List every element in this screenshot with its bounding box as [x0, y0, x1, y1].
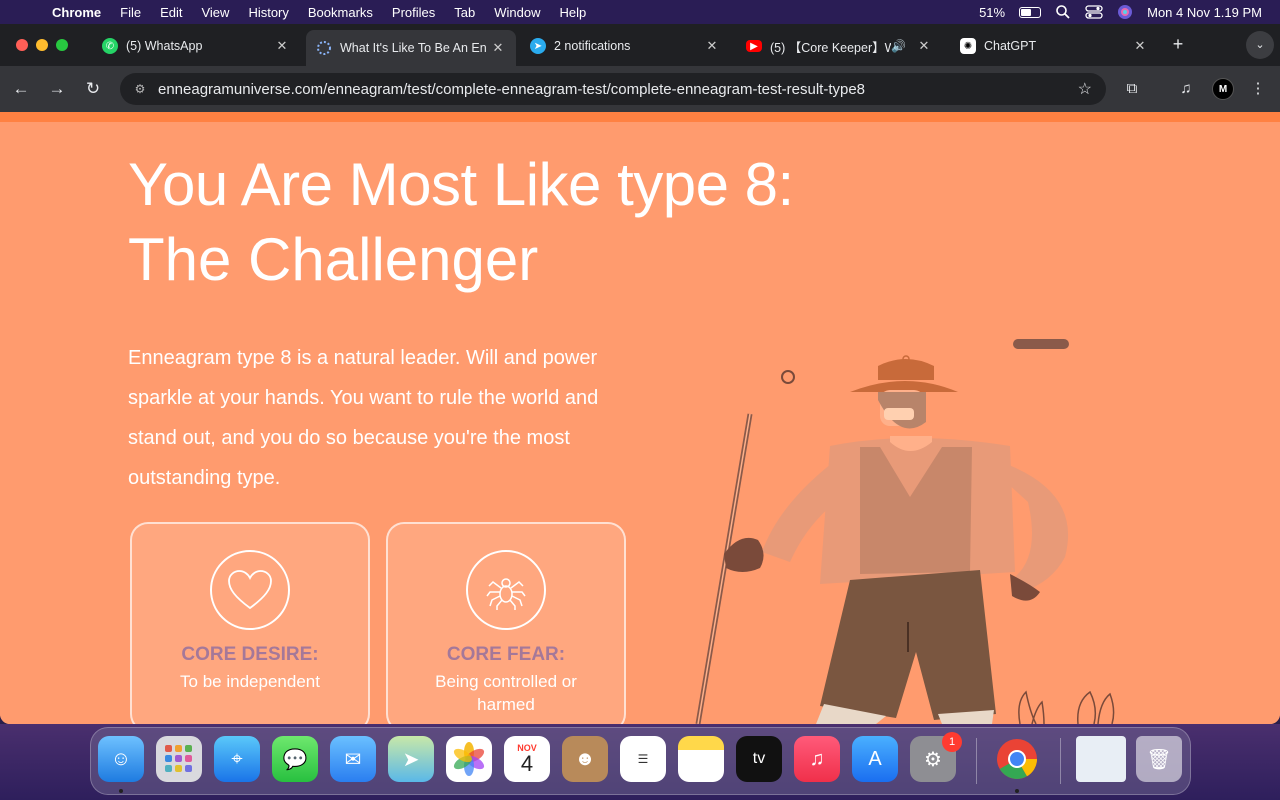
- close-tab-icon[interactable]: ✕: [704, 38, 720, 54]
- clock[interactable]: Mon 4 Nov 1.19 PM: [1147, 5, 1262, 20]
- finder-icon[interactable]: ☺: [98, 736, 144, 782]
- url-text[interactable]: enneagramuniverse.com/enneagram/test/com…: [158, 81, 865, 98]
- tab-youtube[interactable]: ▶ (5) 【Core Keeper】W 🔊 ✕: [736, 32, 942, 60]
- close-tab-icon[interactable]: ✕: [1132, 38, 1148, 54]
- back-arrow-icon[interactable]: ←: [10, 78, 32, 100]
- calendar-icon[interactable]: NOV 4: [504, 736, 550, 782]
- spider-icon: [466, 550, 546, 630]
- web-page: You Are Most Like type 8: The Challenger…: [0, 112, 1280, 724]
- menu-help[interactable]: Help: [560, 5, 587, 20]
- tab-title: 2 notifications: [554, 39, 631, 53]
- dock-separator: [976, 738, 977, 784]
- reload-icon[interactable]: ↻: [82, 78, 104, 100]
- status-area: 51% Mon 4 Nov 1.19 PM: [979, 0, 1262, 24]
- heart-icon: [210, 550, 290, 630]
- messages-icon[interactable]: 💬: [272, 736, 318, 782]
- tab-title: (5) WhatsApp: [126, 39, 203, 53]
- core-desire-card: CORE DESIRE: To be independent: [130, 522, 370, 724]
- extensions-icon[interactable]: ⧉: [1121, 78, 1143, 100]
- new-tab-icon[interactable]: +: [1168, 34, 1188, 54]
- decor-dash: [1013, 339, 1069, 349]
- notification-badge: 1: [942, 732, 962, 752]
- running-indicator: [119, 789, 123, 793]
- core-fear-value: Being controlled or harmed: [435, 672, 577, 714]
- running-indicator: [1015, 789, 1019, 793]
- type-name-heading: The Challenger: [128, 226, 539, 293]
- trash-icon[interactable]: 🗑: [1136, 736, 1182, 782]
- hat-crown: [878, 359, 934, 380]
- decor-circle: [781, 370, 795, 384]
- close-tab-icon[interactable]: ✕: [916, 38, 932, 54]
- launchpad-icon[interactable]: [156, 736, 202, 782]
- menu-profiles[interactable]: Profiles: [392, 5, 435, 20]
- tab-whatsapp[interactable]: ✆ (5) WhatsApp ✕: [92, 32, 300, 60]
- tab-search-chevron-icon[interactable]: ⌄: [1246, 31, 1274, 59]
- tab-chatgpt[interactable]: ✺ ChatGPT ✕: [950, 32, 1158, 60]
- close-window-button[interactable]: [16, 39, 28, 51]
- mail-icon[interactable]: ✉: [330, 736, 376, 782]
- menu-history[interactable]: History: [248, 5, 288, 20]
- whatsapp-icon: ✆: [102, 38, 118, 54]
- menu-view[interactable]: View: [201, 5, 229, 20]
- challenger-illustration: [695, 339, 1115, 724]
- music-icon[interactable]: ♫: [794, 736, 840, 782]
- dock-separator: [1060, 738, 1061, 784]
- type-description: Enneagram type 8 is a natural leader. Wi…: [128, 347, 599, 489]
- loading-icon: [316, 40, 332, 56]
- minimize-window-button[interactable]: [36, 39, 48, 51]
- chatgpt-icon: ✺: [960, 38, 976, 54]
- notes-icon[interactable]: [678, 736, 724, 782]
- chrome-window: ✆ (5) WhatsApp ✕ What It's Like To Be An…: [0, 24, 1280, 724]
- menu-file[interactable]: File: [120, 5, 141, 20]
- more-menu-icon[interactable]: ⋮: [1247, 78, 1269, 100]
- siri-icon[interactable]: [1117, 4, 1133, 20]
- window-controls: [16, 39, 68, 51]
- menu-window[interactable]: Window: [494, 5, 540, 20]
- macos-menu-bar: Chrome File Edit View History Bookmarks …: [0, 0, 1280, 24]
- result-heading: You Are Most Like type 8:: [128, 151, 794, 218]
- bookmark-star-icon[interactable]: ☆: [1078, 79, 1092, 99]
- profile-avatar[interactable]: M: [1212, 78, 1234, 100]
- downloads-stack-icon[interactable]: [1076, 736, 1126, 782]
- battery-percent: 51%: [979, 4, 1006, 20]
- maps-icon[interactable]: ➤: [388, 736, 434, 782]
- core-fear-title: CORE FEAR:: [446, 644, 566, 665]
- tab-title: What It's Like To Be An En: [340, 41, 487, 55]
- chrome-icon[interactable]: [994, 736, 1040, 782]
- app-store-icon[interactable]: A: [852, 736, 898, 782]
- tab-title: ChatGPT: [984, 39, 1037, 53]
- zoom-window-button[interactable]: [56, 39, 68, 51]
- tab-title: (5) 【Core Keeper】W: [770, 40, 892, 55]
- control-center-icon[interactable]: [1085, 4, 1103, 20]
- reminders-icon[interactable]: ☰: [620, 736, 666, 782]
- address-bar[interactable]: ⚙ enneagramuniverse.com/enneagram/test/c…: [120, 73, 1106, 105]
- contacts-icon[interactable]: ☻: [562, 736, 608, 782]
- forward-arrow-icon[interactable]: →: [46, 78, 68, 100]
- menu-app-chrome[interactable]: Chrome: [52, 5, 101, 20]
- close-tab-icon[interactable]: ✕: [490, 40, 506, 56]
- menu-bookmarks[interactable]: Bookmarks: [308, 5, 373, 20]
- photos-icon[interactable]: [446, 736, 492, 782]
- youtube-icon: ▶: [746, 40, 762, 52]
- tab-enneagram[interactable]: What It's Like To Be An En ✕: [306, 30, 516, 66]
- close-tab-icon[interactable]: ✕: [274, 38, 290, 54]
- core-desire-title: CORE DESIRE:: [181, 644, 319, 665]
- spotlight-search-icon[interactable]: [1055, 4, 1071, 20]
- menu-tab[interactable]: Tab: [454, 5, 475, 20]
- core-desire-value: To be independent: [180, 672, 320, 691]
- telegram-icon: ➤: [530, 38, 546, 54]
- battery-icon[interactable]: [1019, 6, 1042, 18]
- header-stripe: [0, 112, 1280, 122]
- calendar-day: 4: [520, 751, 534, 776]
- tab-telegram[interactable]: ➤ 2 notifications ✕: [520, 32, 730, 60]
- core-fear-card: CORE FEAR: Being controlled or harmed: [386, 522, 626, 724]
- apple-tv-icon[interactable]: tv: [736, 736, 782, 782]
- browser-toolbar: ← → ↻ ⚙ enneagramuniverse.com/enneagram/…: [0, 66, 1280, 112]
- safari-icon[interactable]: ⌖: [214, 736, 260, 782]
- tab-strip: ✆ (5) WhatsApp ✕ What It's Like To Be An…: [0, 24, 1280, 66]
- audio-playing-icon[interactable]: 🔊: [891, 39, 906, 53]
- media-controls-icon[interactable]: ♫: [1175, 78, 1197, 100]
- site-info-icon[interactable]: ⚙: [130, 82, 150, 96]
- menu-edit[interactable]: Edit: [160, 5, 182, 20]
